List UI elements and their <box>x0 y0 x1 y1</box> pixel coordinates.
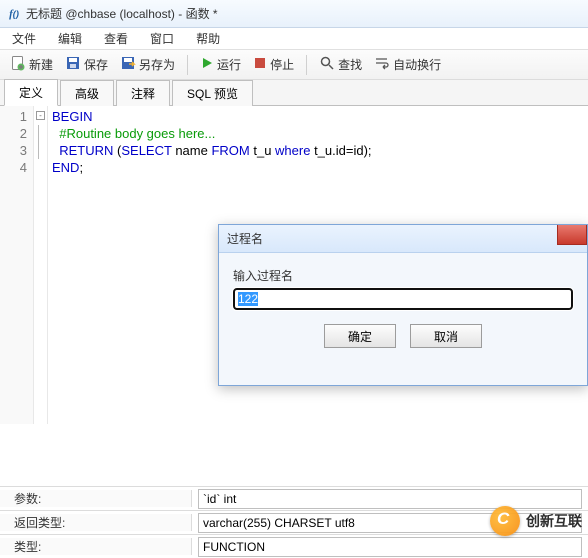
saveas-icon <box>120 55 136 74</box>
wrap-label: 自动换行 <box>393 56 441 73</box>
watermark: 创新互联 <box>490 506 582 536</box>
saveas-button[interactable]: 另存为 <box>116 53 179 76</box>
stop-label: 停止 <box>270 56 294 73</box>
fold-gutter: - <box>34 106 48 424</box>
ok-button[interactable]: 确定 <box>324 324 396 348</box>
tab-strip: 定义 高级 注释 SQL 预览 <box>0 80 588 106</box>
tab-definition[interactable]: 定义 <box>4 79 58 106</box>
procedure-name-input[interactable] <box>233 288 573 310</box>
dialog-titlebar[interactable]: 过程名 <box>219 225 587 253</box>
wrap-icon <box>374 55 390 74</box>
tab-advanced[interactable]: 高级 <box>60 80 114 106</box>
wrap-button[interactable]: 自动换行 <box>370 53 445 76</box>
line-gutter: 1 2 3 4 <box>0 106 34 424</box>
dialog-field-label: 输入过程名 <box>233 267 573 284</box>
saveas-label: 另存为 <box>139 56 175 73</box>
play-icon <box>200 56 214 73</box>
find-button[interactable]: 查找 <box>315 53 366 76</box>
toolbar: 新建 保存 另存为 运行 停止 查找 自动换行 <box>0 50 588 80</box>
tab-sqlpreview[interactable]: SQL 预览 <box>172 80 253 106</box>
returntype-label: 返回类型: <box>0 514 192 531</box>
find-label: 查找 <box>338 56 362 73</box>
tab-comment[interactable]: 注释 <box>116 80 170 106</box>
app-icon: f() <box>6 6 22 22</box>
toolbar-separator <box>306 55 307 75</box>
fold-toggle-icon[interactable]: - <box>36 111 45 120</box>
cancel-button[interactable]: 取消 <box>410 324 482 348</box>
menu-bar: 文件 编辑 查看 窗口 帮助 <box>0 28 588 50</box>
menu-help[interactable]: 帮助 <box>196 30 220 47</box>
search-icon <box>319 55 335 74</box>
new-label: 新建 <box>29 56 53 73</box>
menu-edit[interactable]: 编辑 <box>58 30 82 47</box>
new-button[interactable]: 新建 <box>6 53 57 76</box>
save-label: 保存 <box>84 56 108 73</box>
new-icon <box>10 55 26 74</box>
menu-window[interactable]: 窗口 <box>150 30 174 47</box>
line-number: 2 <box>0 125 27 142</box>
run-button[interactable]: 运行 <box>196 54 245 75</box>
type-field[interactable] <box>198 537 582 557</box>
window-title: 无标题 @chbase (localhost) - 函数 * <box>26 5 218 22</box>
save-button[interactable]: 保存 <box>61 53 112 76</box>
save-icon <box>65 55 81 74</box>
line-number: 3 <box>0 142 27 159</box>
stop-button[interactable]: 停止 <box>249 54 298 75</box>
type-label: 类型: <box>0 538 192 555</box>
watermark-badge-icon <box>490 506 520 536</box>
stop-icon <box>253 56 267 73</box>
procedure-name-dialog: 过程名 输入过程名 确定 取消 <box>218 224 588 386</box>
watermark-text: 创新互联 <box>526 511 582 531</box>
toolbar-separator <box>187 55 188 75</box>
menu-file[interactable]: 文件 <box>12 30 36 47</box>
run-label: 运行 <box>217 56 241 73</box>
line-number: 4 <box>0 159 27 176</box>
menu-view[interactable]: 查看 <box>104 30 128 47</box>
close-icon[interactable] <box>557 225 587 245</box>
params-label: 参数: <box>0 490 192 507</box>
line-number: 1 <box>0 108 27 125</box>
dialog-title: 过程名 <box>227 230 263 247</box>
title-bar: f() 无标题 @chbase (localhost) - 函数 * <box>0 0 588 28</box>
